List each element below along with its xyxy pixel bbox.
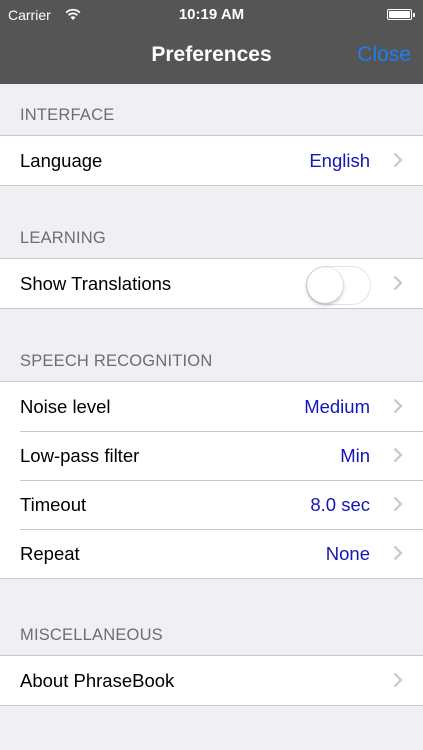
row-about-phrasebook[interactable]: About PhraseBook [0, 656, 423, 705]
row-label: Timeout [20, 494, 87, 515]
row-timeout[interactable]: Timeout 8.0 sec [0, 480, 423, 529]
status-time: 10:19 AM [178, 6, 245, 23]
group-speech-recognition: Noise level Medium Low-pass filter Min T… [0, 381, 423, 579]
row-label: Language [20, 150, 103, 171]
chevron-right-icon [393, 447, 403, 463]
group-learning: Show Translations [0, 258, 423, 309]
chevron-right-icon [393, 545, 403, 561]
row-value: Min [340, 445, 370, 466]
battery-icon [387, 9, 415, 20]
close-button[interactable]: Close [357, 43, 411, 67]
row-language[interactable]: Language English [0, 136, 423, 185]
row-label: Show Translations [20, 273, 172, 294]
row-low-pass-filter[interactable]: Low-pass filter Min [0, 431, 423, 480]
row-label: About PhraseBook [20, 670, 175, 691]
group-miscellaneous: About PhraseBook [0, 655, 423, 706]
chevron-right-icon [393, 398, 403, 414]
section-header-learning: LEARNING [20, 229, 106, 247]
header: Carrier 10:19 AM Preferences Close [0, 0, 423, 84]
group-interface: Language English [0, 135, 423, 186]
chevron-right-icon [393, 275, 403, 291]
row-label: Repeat [20, 543, 80, 564]
navigation-bar: Preferences Close [0, 30, 423, 84]
chevron-right-icon [393, 152, 403, 168]
row-label: Low-pass filter [20, 445, 140, 466]
row-repeat[interactable]: Repeat None [0, 529, 423, 578]
section-header-interface: INTERFACE [20, 106, 115, 124]
row-noise-level[interactable]: Noise level Medium [0, 382, 423, 431]
row-label: Noise level [20, 396, 111, 417]
row-value: English [309, 150, 370, 171]
toggle-knob [307, 267, 343, 303]
status-bar: Carrier 10:19 AM [0, 0, 423, 30]
chevron-right-icon [393, 496, 403, 512]
row-show-translations[interactable]: Show Translations [0, 259, 423, 308]
row-value: None [325, 543, 370, 564]
show-translations-toggle[interactable] [306, 266, 371, 305]
row-value: Medium [304, 396, 370, 417]
section-header-miscellaneous: MISCELLANEOUS [20, 626, 163, 644]
row-value: 8.0 sec [310, 494, 370, 515]
chevron-right-icon [393, 672, 403, 688]
section-header-speech-recognition: SPEECH RECOGNITION [20, 352, 213, 370]
